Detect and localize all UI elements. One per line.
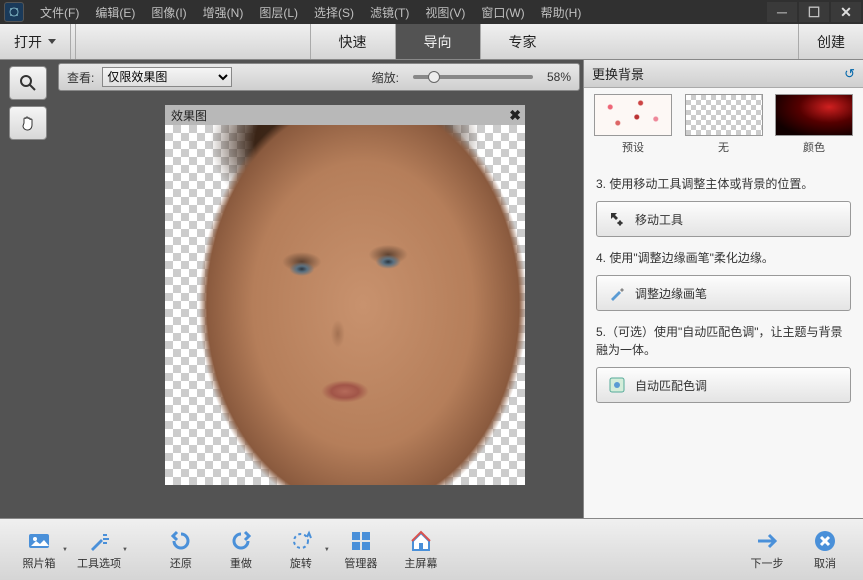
- menu-file[interactable]: 文件(F): [32, 2, 87, 23]
- menu-edit[interactable]: 编辑(E): [87, 2, 143, 23]
- chevron-icon: ▼: [122, 547, 128, 553]
- preview-image[interactable]: [165, 125, 525, 485]
- menubar: 文件(F) 编辑(E) 图像(I) 增强(N) 图层(L) 选择(S) 滤镜(T…: [32, 2, 767, 23]
- right-panel: 更换背景 ↺ 预设 无 颜色 3. 使用移动工具调整主体或背景的位置。 移动工具…: [583, 60, 863, 518]
- zoom-slider-thumb[interactable]: [428, 71, 440, 83]
- left-tools: [0, 60, 55, 518]
- organizer-label: 管理器: [344, 555, 377, 571]
- tab-expert[interactable]: 专家: [480, 24, 565, 59]
- swatch-preset[interactable]: 预设: [594, 94, 672, 155]
- refine-edge-label: 调整边缘画笔: [635, 285, 707, 302]
- chevron-icon: ▼: [324, 547, 330, 553]
- step-4-text: 4. 使用"调整边缘画笔"柔化边缘。: [596, 249, 851, 267]
- menu-help[interactable]: 帮助(H): [533, 2, 590, 23]
- home-button[interactable]: 主屏幕: [392, 529, 450, 571]
- move-tool-label: 移动工具: [635, 211, 683, 228]
- window-controls: ─ ☐ ✕: [767, 2, 863, 22]
- zoombar: 查看: 仅限效果图 缩放: 58%: [58, 63, 580, 91]
- tab-quick[interactable]: 快速: [310, 24, 395, 59]
- swatch-none-img: [685, 94, 763, 136]
- swatch-color[interactable]: 颜色: [775, 94, 853, 155]
- menu-select[interactable]: 选择(S): [306, 2, 362, 23]
- step-5-text: 5.（可选）使用"自动匹配色调"，让主题与背景融为一体。: [596, 323, 851, 359]
- preview-window: 效果图 ✖: [165, 105, 525, 485]
- canvas-area: 查看: 仅限效果图 缩放: 58% 效果图 ✖: [55, 60, 583, 518]
- bottombar: 照片箱 ▼ 工具选项 ▼ 还原 重做 旋转 ▼ 管理器 主屏幕 下一步 取消: [0, 518, 863, 580]
- next-button[interactable]: 下一步: [739, 529, 795, 571]
- photobin-button[interactable]: 照片箱: [10, 529, 68, 571]
- panel-body: 3. 使用移动工具调整主体或背景的位置。 移动工具 4. 使用"调整边缘画笔"柔…: [584, 157, 863, 415]
- preview-title: 效果图 ✖: [165, 105, 525, 125]
- undo-label: 还原: [170, 555, 192, 571]
- menu-filter[interactable]: 滤镜(T): [362, 2, 417, 23]
- app-icon: [4, 2, 24, 22]
- minimize-button[interactable]: ─: [767, 2, 797, 22]
- swatch-preset-img: [594, 94, 672, 136]
- cancel-label: 取消: [814, 555, 836, 571]
- reset-icon[interactable]: ↺: [844, 66, 855, 82]
- preview-title-text: 效果图: [171, 107, 207, 124]
- toolopt-label: 工具选项: [77, 555, 121, 571]
- zoom-slider[interactable]: [413, 75, 533, 79]
- rotate-button[interactable]: 旋转: [272, 529, 330, 571]
- panel-header: 更换背景 ↺: [584, 60, 863, 88]
- photobin-label: 照片箱: [23, 555, 56, 571]
- open-label: 打开: [14, 32, 42, 52]
- chevron-icon: ▼: [62, 547, 68, 553]
- hand-tool[interactable]: [9, 106, 47, 140]
- workspace: 查看: 仅限效果图 缩放: 58% 效果图 ✖ 更换背景 ↺ 预设 无 颜色 3.…: [0, 60, 863, 518]
- close-button[interactable]: ✕: [831, 2, 861, 22]
- move-tool-button[interactable]: 移动工具: [596, 201, 851, 237]
- create-button[interactable]: 创建: [798, 24, 863, 59]
- menu-view[interactable]: 视图(V): [417, 2, 473, 23]
- tabbar: 打开 快速 导向 专家 创建: [0, 24, 863, 60]
- swatch-color-label: 颜色: [803, 139, 825, 155]
- menu-window[interactable]: 窗口(W): [473, 2, 532, 23]
- view-select[interactable]: 仅限效果图: [102, 67, 232, 87]
- menu-image[interactable]: 图像(I): [143, 2, 194, 23]
- menu-layer[interactable]: 图层(L): [251, 2, 306, 23]
- next-label: 下一步: [751, 555, 784, 571]
- toolopt-button[interactable]: 工具选项: [70, 529, 128, 571]
- preview-close-icon[interactable]: ✖: [509, 107, 521, 124]
- swatch-color-img: [775, 94, 853, 136]
- swatch-none-label: 无: [718, 139, 729, 155]
- face-image: [165, 125, 525, 485]
- redo-label: 重做: [230, 555, 252, 571]
- organizer-button[interactable]: 管理器: [332, 529, 390, 571]
- cancel-button[interactable]: 取消: [797, 529, 853, 571]
- undo-button[interactable]: 还原: [152, 529, 210, 571]
- zoom-value: 58%: [547, 70, 571, 84]
- match-color-button[interactable]: 自动匹配色调: [596, 367, 851, 403]
- zoom-label: 缩放:: [372, 69, 399, 86]
- swatch-preset-label: 预设: [622, 139, 644, 155]
- redo-button[interactable]: 重做: [212, 529, 270, 571]
- rotate-label: 旋转: [290, 555, 312, 571]
- swatch-row: 预设 无 颜色: [584, 88, 863, 157]
- refine-edge-button[interactable]: 调整边缘画笔: [596, 275, 851, 311]
- panel-title: 更换背景: [592, 64, 644, 83]
- titlebar: 文件(F) 编辑(E) 图像(I) 增强(N) 图层(L) 选择(S) 滤镜(T…: [0, 0, 863, 24]
- menu-enhance[interactable]: 增强(N): [195, 2, 252, 23]
- view-label: 查看:: [67, 69, 94, 86]
- open-button[interactable]: 打开: [0, 24, 71, 59]
- step-3-text: 3. 使用移动工具调整主体或背景的位置。: [596, 175, 851, 193]
- swatch-none[interactable]: 无: [685, 94, 763, 155]
- match-color-label: 自动匹配色调: [635, 377, 707, 394]
- zoom-tool[interactable]: [9, 66, 47, 100]
- home-label: 主屏幕: [404, 555, 437, 571]
- maximize-button[interactable]: ☐: [799, 2, 829, 22]
- tab-guided[interactable]: 导向: [395, 24, 480, 59]
